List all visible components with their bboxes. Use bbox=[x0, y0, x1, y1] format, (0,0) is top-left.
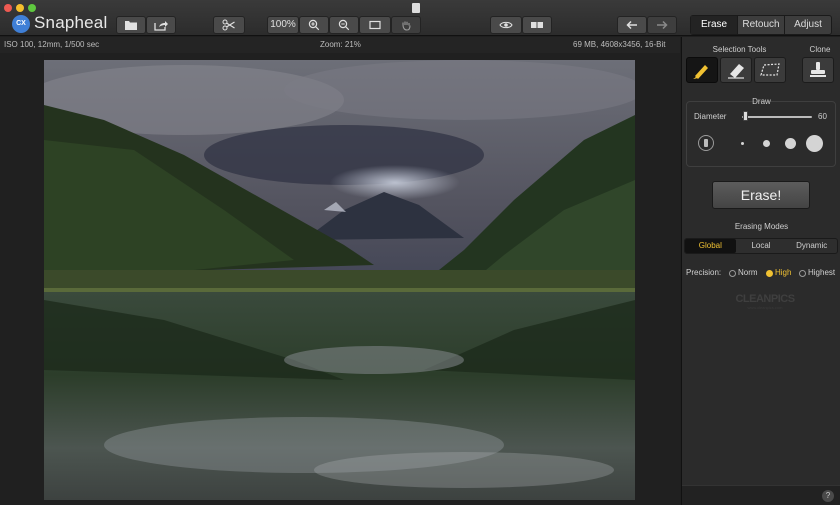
eye-icon bbox=[499, 21, 513, 29]
photo-preview[interactable] bbox=[44, 60, 635, 500]
precision-highest-label[interactable]: Highest bbox=[808, 268, 835, 277]
draw-options-box bbox=[686, 101, 836, 167]
hand-tool-button[interactable] bbox=[391, 16, 421, 34]
info-bar: ISO 100, 12mm, 1/500 sec Zoom: 21% 69 MB… bbox=[0, 37, 680, 53]
mode-dynamic[interactable]: Dynamic bbox=[786, 239, 837, 253]
clone-label: Clone bbox=[809, 45, 831, 54]
share-icon bbox=[154, 21, 168, 31]
diameter-slider-track[interactable] bbox=[742, 116, 812, 118]
redo-button[interactable] bbox=[647, 16, 677, 34]
precision-norm-label[interactable]: Norm bbox=[738, 268, 758, 277]
zoom-in-button[interactable] bbox=[299, 16, 329, 34]
tab-adjust[interactable]: Adjust bbox=[785, 16, 831, 34]
mode-tabs: Erase Retouch Adjust bbox=[690, 15, 832, 35]
folder-icon bbox=[125, 21, 137, 30]
undo-button[interactable] bbox=[617, 16, 647, 34]
precision-high-label[interactable]: High bbox=[775, 268, 791, 277]
mode-local[interactable]: Local bbox=[736, 239, 787, 253]
preview-original-button[interactable] bbox=[490, 16, 522, 34]
split-view-icon bbox=[531, 22, 543, 28]
zoom-info: Zoom: 21% bbox=[320, 40, 361, 49]
scissors-icon bbox=[222, 19, 235, 31]
zoom-in-icon bbox=[308, 19, 320, 31]
polygon-lasso-icon bbox=[760, 63, 780, 76]
exif-info: ISO 100, 12mm, 1/500 sec bbox=[4, 40, 100, 49]
zoom-out-icon bbox=[338, 19, 350, 31]
erase-button[interactable]: Erase! bbox=[712, 181, 810, 209]
precision-label: Precision: bbox=[686, 268, 722, 277]
lasso-tool-button[interactable] bbox=[754, 57, 786, 83]
brush-size-xs[interactable] bbox=[741, 142, 744, 145]
undo-arrow-icon bbox=[626, 20, 637, 30]
clone-stamp-button[interactable] bbox=[802, 57, 834, 83]
stamp-icon bbox=[810, 62, 826, 77]
brush-size-l[interactable] bbox=[806, 135, 823, 152]
erasing-modes-label: Erasing Modes bbox=[734, 222, 789, 231]
file-info: 69 MB, 4608x3456, 16-Bit bbox=[573, 40, 666, 49]
zoom-window-button[interactable] bbox=[28, 4, 36, 12]
draw-label: Draw bbox=[752, 97, 771, 106]
precision-highest-radio[interactable] bbox=[799, 270, 806, 277]
precision-high-radio[interactable] bbox=[766, 270, 773, 277]
snapheal-window: CX Snapheal 100% Erase Retouch Adjust IS… bbox=[0, 0, 840, 505]
tools-panel: Selection Tools Clone Draw Diameter 60 E… bbox=[681, 37, 840, 505]
crop-button[interactable] bbox=[213, 16, 245, 34]
lake-landscape-image bbox=[44, 60, 635, 500]
fit-to-screen-button[interactable] bbox=[359, 16, 391, 34]
brush-size-m[interactable] bbox=[785, 138, 796, 149]
tab-erase[interactable]: Erase bbox=[691, 16, 738, 34]
brush-size-s[interactable] bbox=[763, 140, 770, 147]
brush-icon bbox=[693, 65, 708, 79]
close-window-button[interactable] bbox=[4, 4, 12, 12]
tab-retouch[interactable]: Retouch bbox=[738, 16, 785, 34]
help-button[interactable]: ? bbox=[822, 490, 834, 502]
split-view-button[interactable] bbox=[522, 16, 552, 34]
app-title: Snapheal bbox=[34, 13, 108, 32]
zoom-100-button[interactable]: 100% bbox=[267, 16, 299, 34]
share-button[interactable] bbox=[146, 16, 176, 34]
app-logo-icon: CX bbox=[12, 15, 30, 33]
redo-arrow-icon bbox=[657, 20, 668, 30]
diameter-value: 60 bbox=[818, 112, 827, 121]
pencil-icon bbox=[704, 139, 708, 147]
open-button[interactable] bbox=[116, 16, 146, 34]
watermark-url: www.cleanpics.com bbox=[747, 305, 783, 310]
mode-global[interactable]: Global bbox=[685, 239, 736, 253]
cleanpics-watermark: CLEANPICS www.cleanpics.com bbox=[730, 293, 800, 310]
brush-tool-button[interactable] bbox=[686, 57, 718, 83]
zoom-out-button[interactable] bbox=[329, 16, 359, 34]
diameter-slider-thumb[interactable] bbox=[743, 111, 748, 121]
hand-icon bbox=[402, 21, 411, 31]
diameter-label: Diameter bbox=[694, 112, 727, 121]
erasing-modes-tabs: Global Local Dynamic bbox=[684, 238, 838, 254]
fit-screen-icon bbox=[369, 20, 381, 30]
minimize-window-button[interactable] bbox=[16, 4, 24, 12]
toolbar: CX Snapheal 100% Erase Retouch Adjust bbox=[0, 0, 840, 36]
brush-size-custom-button[interactable] bbox=[698, 135, 714, 151]
canvas-area[interactable] bbox=[0, 53, 680, 505]
eraser-icon bbox=[728, 64, 744, 79]
panel-footer: ? bbox=[682, 485, 840, 505]
document-icon bbox=[412, 3, 420, 13]
selection-tools-label: Selection Tools bbox=[712, 45, 767, 54]
eraser-tool-button[interactable] bbox=[720, 57, 752, 83]
watermark-text: CLEANPICS bbox=[735, 293, 795, 305]
precision-norm-radio[interactable] bbox=[729, 270, 736, 277]
